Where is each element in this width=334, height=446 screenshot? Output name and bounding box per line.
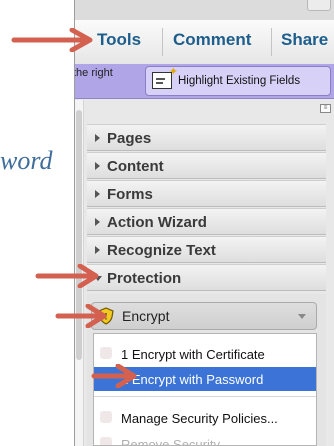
section-label: Forms <box>107 186 153 203</box>
menu-item-manage-security-policies[interactable]: Manage Security Policies... <box>94 406 316 430</box>
encrypt-dropdown-button[interactable]: ! Encrypt <box>91 302 317 330</box>
expand-triangle-icon <box>95 246 100 254</box>
highlight-existing-fields-button[interactable]: ✦ Highlight Existing Fields <box>145 66 331 96</box>
remove-security-icon <box>100 437 112 445</box>
task-pane-tabs: Tools Comment Share <box>75 20 334 65</box>
section-protection[interactable]: Protection <box>87 264 326 291</box>
title-strip <box>75 0 334 20</box>
section-label: Protection <box>107 270 182 287</box>
section-action-wizard[interactable]: Action Wizard <box>87 208 326 235</box>
section-label: Pages <box>107 130 152 147</box>
section-forms[interactable]: Forms <box>87 180 326 207</box>
policy-icon <box>100 411 112 423</box>
section-pages[interactable]: Pages <box>87 124 326 151</box>
forms-toolbar: the right ✦ Highlight Existing Fields <box>75 64 334 99</box>
expand-triangle-icon <box>95 218 100 226</box>
section-content[interactable]: Content <box>87 152 326 179</box>
annotation-arrow-icon <box>55 304 107 328</box>
form-field-highlight-icon: ✦ <box>152 67 178 89</box>
annotation-arrow-icon <box>91 364 137 388</box>
annotation-arrow-icon <box>11 28 93 52</box>
tab-separator <box>162 28 163 56</box>
section-label: Action Wizard <box>107 214 207 231</box>
highlight-button-label: Highlight Existing Fields <box>178 75 301 87</box>
certificate-icon <box>100 347 112 359</box>
dropdown-caret-icon <box>298 314 306 319</box>
expand-triangle-icon <box>95 190 100 198</box>
encrypt-label: Encrypt <box>122 308 170 324</box>
menu-item-remove-security[interactable]: Remove Security <box>94 432 316 445</box>
panel-options-icon[interactable]: ≡ <box>320 104 331 113</box>
tab-separator <box>271 28 272 56</box>
section-label: Content <box>107 158 164 175</box>
toolbar-hint-text: the right <box>74 67 113 79</box>
section-recognize-text[interactable]: Recognize Text <box>87 236 326 263</box>
document-text-fragment: word <box>0 146 53 175</box>
section-label: Recognize Text <box>107 242 216 259</box>
tab-comment[interactable]: Comment <box>173 30 251 50</box>
encrypt-menu: 1 Encrypt with Certificate 2 Encrypt wit… <box>93 333 317 446</box>
sparkle-icon: ✦ <box>168 66 178 78</box>
tab-share[interactable]: Share <box>281 30 328 50</box>
menu-divider <box>94 396 316 397</box>
annotation-arrow-icon <box>35 264 99 288</box>
window-control-button[interactable] <box>307 0 331 11</box>
expand-triangle-icon <box>95 162 100 170</box>
menu-item-encrypt-certificate[interactable]: 1 Encrypt with Certificate <box>94 342 316 366</box>
expand-triangle-icon <box>95 134 100 142</box>
